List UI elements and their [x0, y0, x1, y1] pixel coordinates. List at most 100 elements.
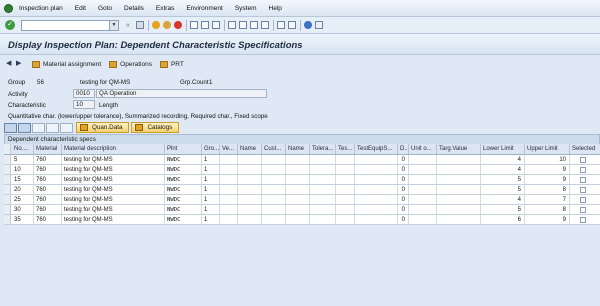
cell-customer[interactable] — [262, 165, 286, 174]
col-header-decimals[interactable]: D... — [398, 144, 409, 154]
selected-checkbox[interactable] — [580, 157, 586, 163]
cell-version[interactable] — [220, 215, 238, 224]
cell-material-description[interactable]: testing for QM-MS — [62, 215, 165, 224]
cell-group-counter[interactable]: 1 — [202, 205, 220, 214]
cell-name[interactable] — [238, 205, 262, 214]
cell-version[interactable] — [220, 175, 238, 184]
cell-customer[interactable] — [262, 215, 286, 224]
layout-menu-icon[interactable] — [315, 21, 323, 29]
next-page-icon[interactable] — [250, 21, 258, 29]
cell-unit[interactable] — [409, 195, 437, 204]
cell-target-value[interactable] — [437, 165, 481, 174]
cell-lower-limit[interactable]: 4 — [481, 155, 525, 164]
cell-test[interactable] — [336, 215, 355, 224]
cell-target-value[interactable] — [437, 205, 481, 214]
cell-name[interactable] — [238, 175, 262, 184]
cell-no[interactable]: 5 — [12, 155, 34, 164]
cell-plant[interactable]: NWDC — [165, 195, 202, 204]
col-header-version[interactable]: Ve... — [220, 144, 238, 154]
cell-customer-name[interactable] — [286, 195, 310, 204]
cell-test-equip[interactable] — [355, 205, 398, 214]
last-page-icon[interactable] — [261, 21, 269, 29]
cell-name[interactable] — [238, 195, 262, 204]
cell-group-counter[interactable]: 1 — [202, 155, 220, 164]
cell-version[interactable] — [220, 155, 238, 164]
menu-goto[interactable]: Goto — [98, 5, 112, 12]
cell-customer-name[interactable] — [286, 205, 310, 214]
catalogs-button[interactable]: Catalogs — [131, 122, 180, 133]
col-header-lower-limit[interactable]: Lower Limit — [481, 144, 525, 154]
details-icon[interactable] — [60, 122, 73, 133]
cell-target-value[interactable] — [437, 195, 481, 204]
cell-group-counter[interactable]: 1 — [202, 165, 220, 174]
cell-test[interactable] — [336, 155, 355, 164]
cell-no[interactable]: 20 — [12, 185, 34, 194]
cell-target-value[interactable] — [437, 155, 481, 164]
cell-decimals[interactable]: 0 — [398, 185, 409, 194]
cell-upper-limit[interactable]: 10 — [525, 155, 570, 164]
enter-check-icon[interactable]: ✓ — [5, 20, 15, 30]
cell-decimals[interactable]: 0 — [398, 215, 409, 224]
cell-plant[interactable]: NWDC — [165, 215, 202, 224]
cell-plant[interactable]: NWDC — [165, 175, 202, 184]
row-selector[interactable] — [4, 195, 11, 204]
select-all-icon[interactable] — [4, 122, 17, 133]
cell-tolerance[interactable] — [310, 175, 336, 184]
insert-row-icon[interactable] — [32, 122, 45, 133]
cell-name[interactable] — [238, 215, 262, 224]
new-session-icon[interactable] — [277, 21, 285, 29]
col-header-material[interactable]: Material — [34, 144, 62, 154]
cell-plant[interactable]: NWDC — [165, 155, 202, 164]
selected-checkbox[interactable] — [580, 167, 586, 173]
menu-edit[interactable]: Edit — [75, 5, 86, 12]
shortcut-icon[interactable] — [288, 21, 296, 29]
cell-no[interactable]: 10 — [12, 165, 34, 174]
col-header-customer-name[interactable]: Name — [286, 144, 310, 154]
cell-test-equip[interactable] — [355, 195, 398, 204]
cell-plant[interactable]: NWDC — [165, 165, 202, 174]
quan-data-button[interactable]: Quan.Data — [76, 122, 130, 133]
col-header-plant[interactable]: Plnt — [165, 144, 202, 154]
menu-system[interactable]: System — [235, 5, 257, 12]
col-header-material-description[interactable]: Material description — [62, 144, 165, 154]
table-row[interactable]: 35 760 testing for QM-MS NWDC 1 0 6 9 — [4, 215, 600, 225]
cell-material-description[interactable]: testing for QM-MS — [62, 165, 165, 174]
cell-customer-name[interactable] — [286, 155, 310, 164]
cell-target-value[interactable] — [437, 215, 481, 224]
cell-version[interactable] — [220, 165, 238, 174]
cell-unit[interactable] — [409, 175, 437, 184]
delete-row-icon[interactable] — [46, 122, 59, 133]
first-page-icon[interactable] — [228, 21, 236, 29]
cell-material-description[interactable]: testing for QM-MS — [62, 195, 165, 204]
back-icon[interactable] — [152, 21, 160, 29]
command-dropdown-icon[interactable]: ▼ — [109, 20, 118, 30]
menu-inspection-plan[interactable]: Inspection plan — [19, 5, 63, 12]
cell-no[interactable]: 25 — [12, 195, 34, 204]
cell-material[interactable]: 760 — [34, 165, 62, 174]
cell-test[interactable] — [336, 185, 355, 194]
cell-group-counter[interactable]: 1 — [202, 175, 220, 184]
table-row[interactable]: 10 760 testing for QM-MS NWDC 1 0 4 9 — [4, 165, 600, 175]
cell-material[interactable]: 760 — [34, 175, 62, 184]
cell-material[interactable]: 760 — [34, 155, 62, 164]
col-header-upper-limit[interactable]: Upper Limit — [525, 144, 570, 154]
col-header-no[interactable]: No.... — [12, 144, 34, 154]
print-icon[interactable] — [190, 21, 198, 29]
cell-tolerance[interactable] — [310, 165, 336, 174]
cell-test-equip[interactable] — [355, 165, 398, 174]
cell-lower-limit[interactable]: 5 — [481, 175, 525, 184]
cell-material[interactable]: 760 — [34, 195, 62, 204]
cell-unit[interactable] — [409, 205, 437, 214]
cell-tolerance[interactable] — [310, 185, 336, 194]
col-header-selected[interactable]: Selected — [570, 144, 600, 154]
cell-material-description[interactable]: testing for QM-MS — [62, 175, 165, 184]
cell-decimals[interactable]: 0 — [398, 165, 409, 174]
cell-plant[interactable]: NWDC — [165, 205, 202, 214]
cell-name[interactable] — [238, 185, 262, 194]
cell-material[interactable]: 760 — [34, 215, 62, 224]
table-row[interactable]: 20 760 testing for QM-MS NWDC 1 0 5 8 — [4, 185, 600, 195]
cell-group-counter[interactable]: 1 — [202, 215, 220, 224]
deselect-all-icon[interactable] — [18, 122, 31, 133]
cell-lower-limit[interactable]: 4 — [481, 165, 525, 174]
cell-customer-name[interactable] — [286, 185, 310, 194]
